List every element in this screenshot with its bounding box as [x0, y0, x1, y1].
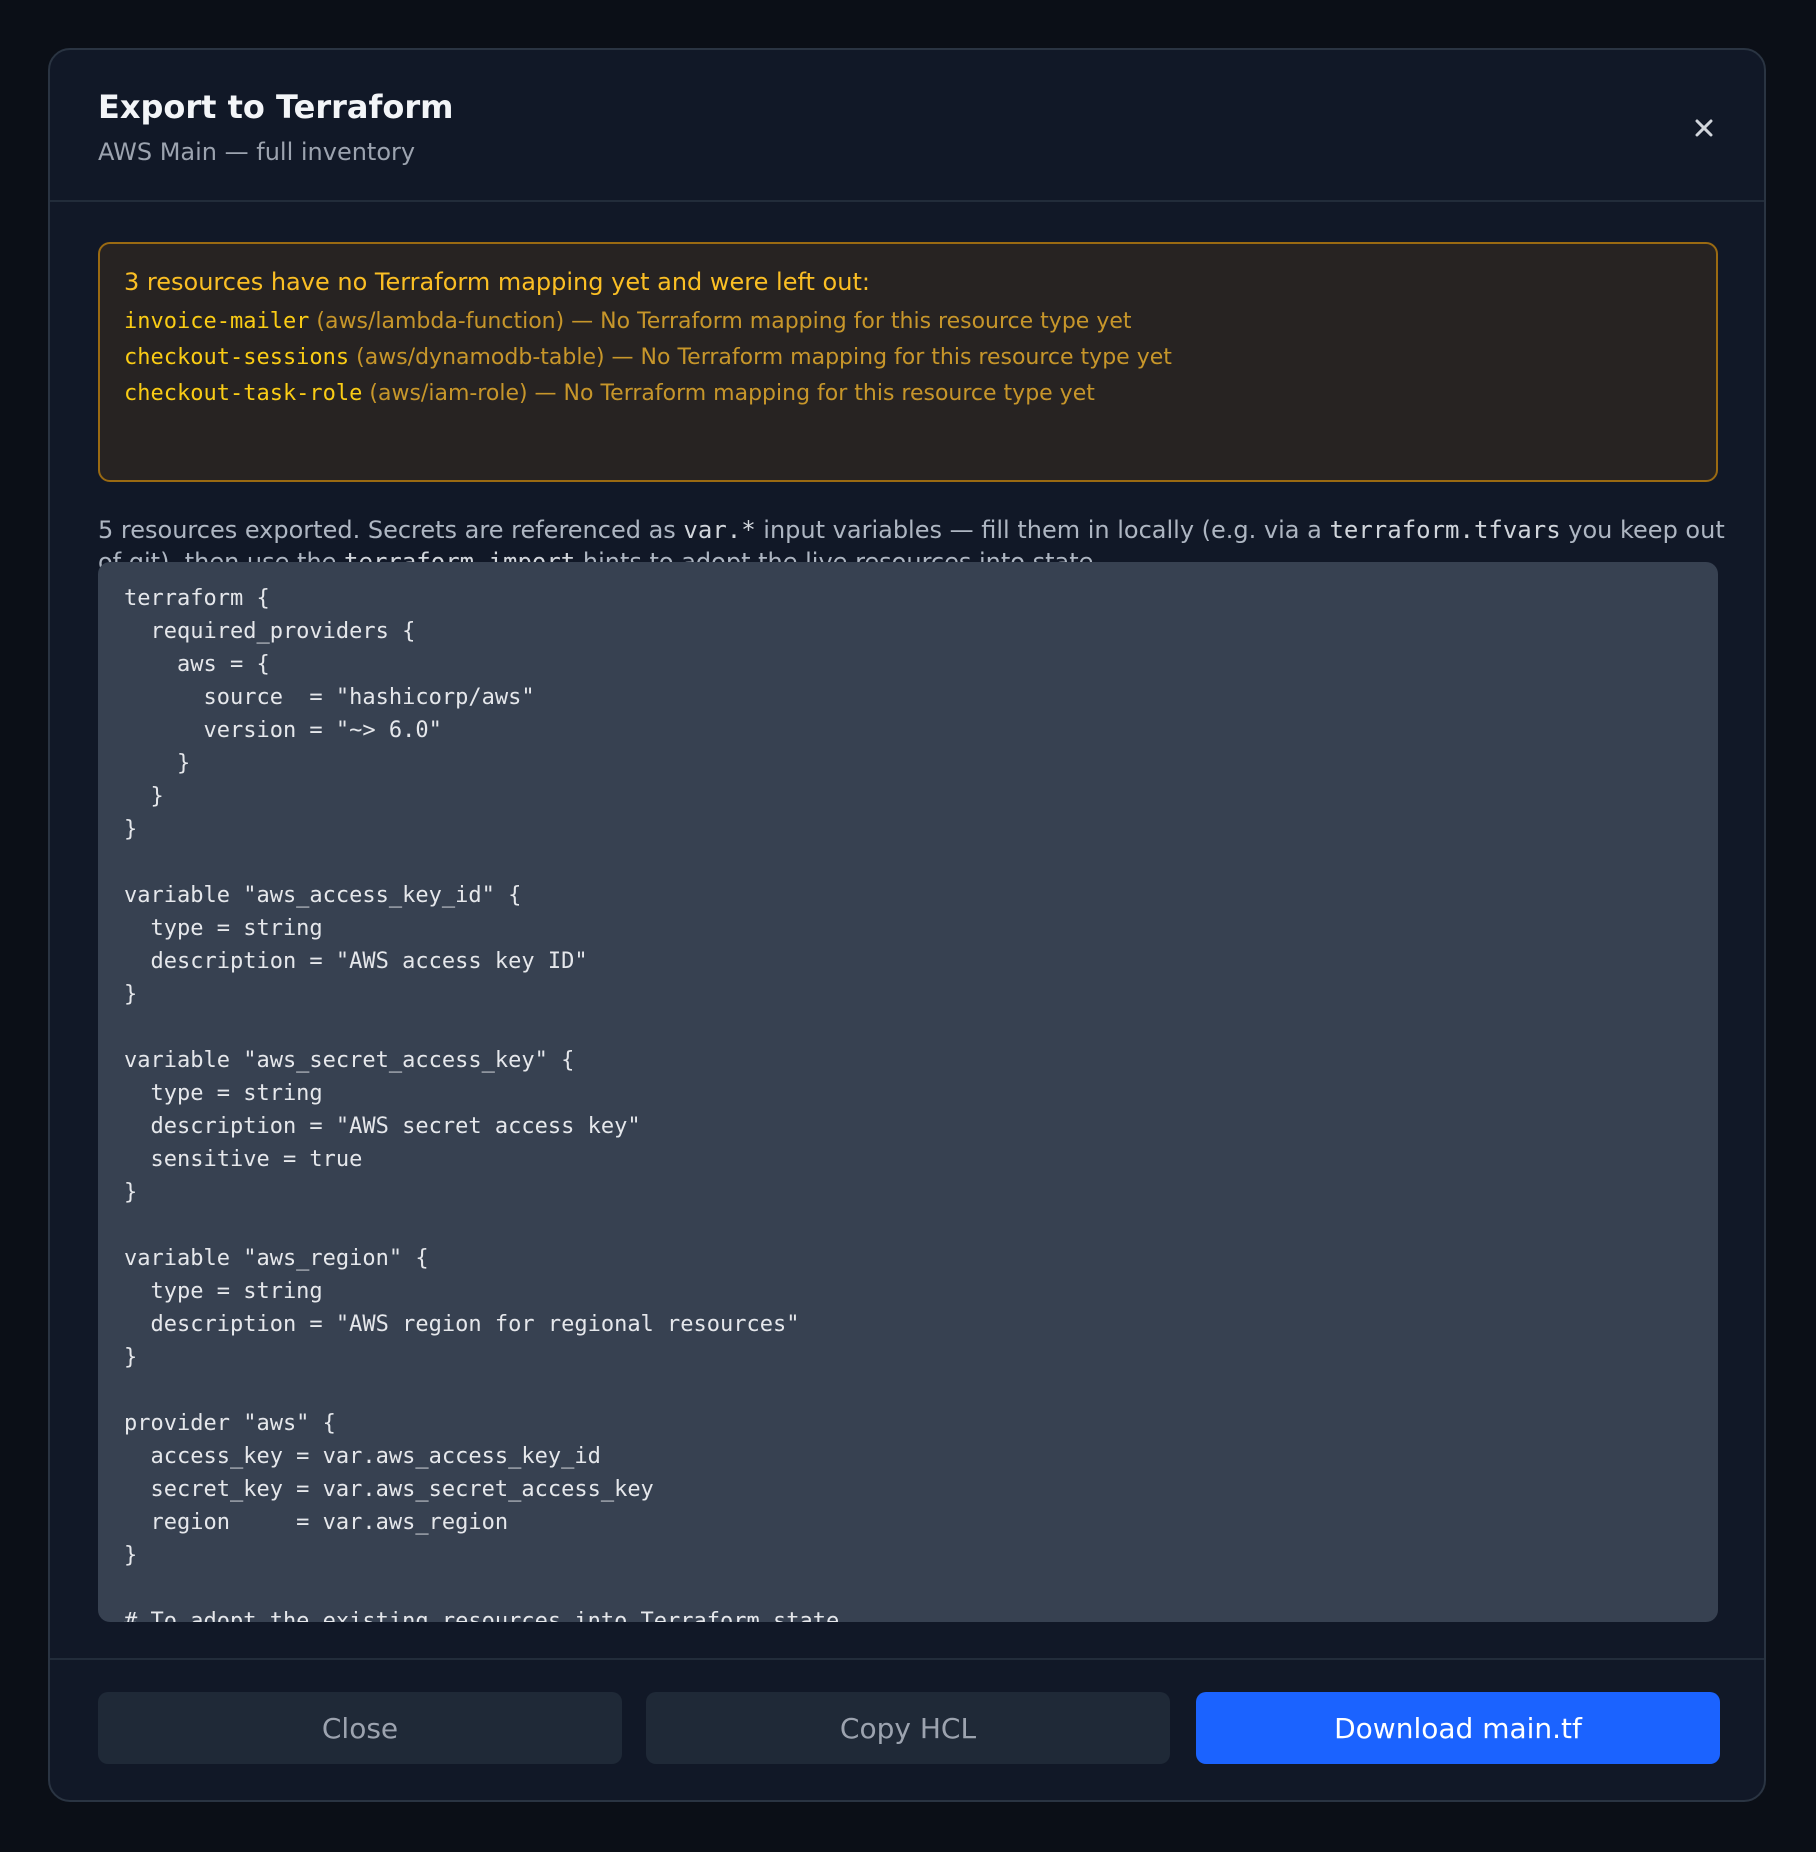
- close-icon-button[interactable]: [1686, 110, 1722, 146]
- resource-detail: (aws/iam-role) — No Terraform mapping fo…: [362, 381, 1095, 406]
- resource-detail: (aws/lambda-function) — No Terraform map…: [309, 309, 1132, 334]
- resource-detail: (aws/dynamodb-table) — No Terraform mapp…: [349, 345, 1172, 370]
- summary-text: input variables — fill them in locally (…: [755, 516, 1330, 544]
- copy-hcl-button[interactable]: Copy HCL: [646, 1692, 1170, 1764]
- warning-item: invoice-mailer (aws/lambda-function) — N…: [124, 304, 1692, 340]
- dialog-title: Export to Terraform: [98, 88, 454, 126]
- warning-title: 3 resources have no Terraform mapping ye…: [124, 268, 870, 296]
- unmapped-resources-warning: 3 resources have no Terraform mapping ye…: [98, 242, 1718, 482]
- warning-item: checkout-task-role (aws/iam-role) — No T…: [124, 376, 1692, 412]
- download-main-tf-button[interactable]: Download main.tf: [1196, 1692, 1720, 1764]
- inline-code: terraform.tfvars: [1329, 516, 1561, 544]
- warning-item: checkout-sessions (aws/dynamodb-table) —…: [124, 340, 1692, 376]
- close-button[interactable]: Close: [98, 1692, 622, 1764]
- dialog-footer: Close Copy HCL Download main.tf: [50, 1658, 1764, 1800]
- export-dialog: Export to Terraform AWS Main — full inve…: [48, 48, 1766, 1802]
- resource-name: checkout-sessions: [124, 345, 350, 370]
- resource-name: checkout-task-role: [124, 381, 363, 406]
- dialog-subtitle: AWS Main — full inventory: [98, 138, 416, 166]
- hcl-code: terraform { required_providers { aws = {…: [124, 586, 840, 1622]
- dialog-header: Export to Terraform AWS Main — full inve…: [50, 50, 1764, 202]
- hcl-code-block[interactable]: terraform { required_providers { aws = {…: [98, 562, 1718, 1622]
- summary-text: 5 resources exported. Secrets are refere…: [98, 516, 684, 544]
- close-icon: [1695, 119, 1713, 137]
- inline-code: var.*: [683, 516, 756, 544]
- resource-name: invoice-mailer: [124, 309, 310, 334]
